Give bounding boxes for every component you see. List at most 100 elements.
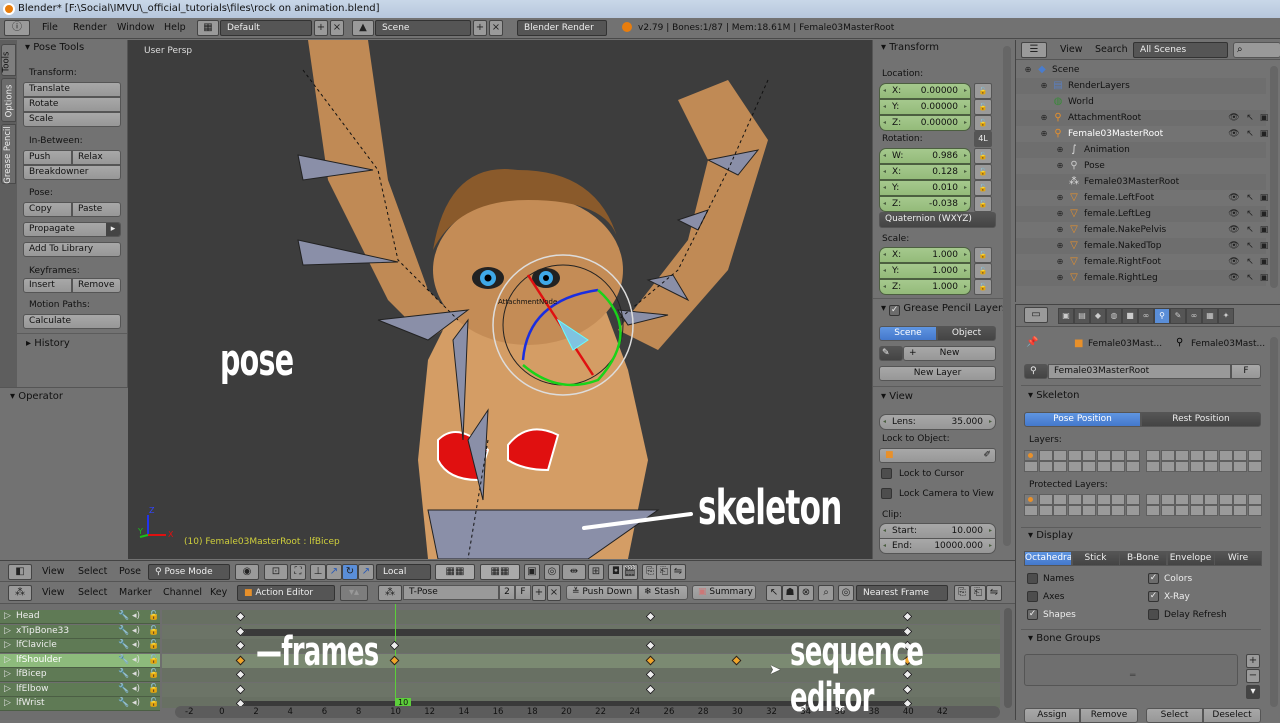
outliner-row[interactable]: ◍ World (1016, 94, 1266, 110)
visibility-eye-icon[interactable]: 👁 (1228, 128, 1240, 140)
layer-cell[interactable] (1189, 461, 1204, 472)
outliner-row[interactable]: ⊕ ∫ Animation (1016, 142, 1266, 158)
modifier-wrench-icon[interactable]: 🔧 (118, 639, 129, 652)
render-engine-select[interactable]: Blender Render (517, 20, 607, 36)
layer-cell[interactable] (1096, 450, 1111, 461)
pose-tools-header[interactable]: ▾ Pose Tools (25, 41, 84, 55)
protected-layer-cell[interactable] (1038, 505, 1053, 516)
outliner-row[interactable]: ⊕ ▽ female.RightLeg 👁 ↖ ▣ (1016, 270, 1268, 286)
layer-cell[interactable] (1111, 461, 1125, 472)
lock-icon[interactable]: 🔓 (148, 639, 159, 652)
unlink-action-icon[interactable]: × (547, 585, 561, 601)
layer-cell[interactable] (1160, 461, 1175, 472)
pin-icon[interactable]: 📌 (1026, 337, 1038, 348)
remove-scene-icon[interactable]: × (489, 20, 503, 36)
clip-start-field[interactable]: ◂ Start: 10.000 ▸ (879, 523, 996, 539)
3d-menu-view[interactable]: View (42, 564, 65, 580)
action-browse-icon[interactable]: ⁂ (378, 585, 402, 601)
snap-element-icon[interactable]: ⇹ (562, 564, 586, 580)
properties-tab-object-icon[interactable]: ■ (1122, 308, 1138, 324)
modifier-wrench-icon[interactable]: 🔧 (118, 683, 129, 696)
layer-cell[interactable] (1146, 461, 1160, 472)
renderability-icon[interactable]: ▣ (1258, 208, 1270, 220)
axis-manipulator-icon[interactable]: ⊥ (310, 564, 326, 580)
rotate-button[interactable]: Rotate (23, 97, 121, 112)
mute-speaker-icon[interactable]: ◂) (132, 625, 140, 638)
dope-menu-select[interactable]: Select (78, 585, 107, 601)
only-selected-icon[interactable]: ↖ (766, 585, 782, 601)
list-resize-handle[interactable]: ═ (1130, 671, 1135, 681)
action-users-count[interactable]: 2 (499, 585, 515, 600)
layer-cell[interactable] (1053, 450, 1067, 461)
selectability-icon[interactable]: ↖ (1244, 128, 1256, 140)
location-y-field[interactable]: ◂ Y: 0.00000 ▸ (879, 99, 971, 115)
transform-gizmo-icon[interactable]: ⛶ (290, 564, 306, 580)
protected-layer-cell[interactable] (1160, 505, 1175, 516)
bone-group-specials-icon[interactable]: ▾ (1246, 685, 1260, 699)
transform-orientation-select[interactable]: Local (376, 564, 431, 580)
layer-nav-icons[interactable]: ▾▴ (340, 585, 368, 601)
only-errors-icon[interactable]: ⊗ (798, 585, 814, 601)
copy-keyframes-icon[interactable]: ⎘ (954, 585, 970, 601)
outliner-search-field[interactable]: ⌕ (1233, 42, 1280, 58)
properties-tab-render-icon[interactable]: ▣ (1058, 308, 1074, 324)
layer-cell[interactable] (1067, 450, 1082, 461)
layer-cell[interactable] (1038, 450, 1053, 461)
expand-toggle-icon[interactable]: ⊕ (1038, 80, 1050, 92)
remove-keyframe-button[interactable]: Remove (72, 278, 121, 293)
display-type-b-bone[interactable]: B-Bone (1119, 551, 1167, 566)
selectability-icon[interactable]: ↖ (1244, 208, 1256, 220)
expand-channel-icon[interactable]: ▷ (4, 625, 11, 638)
expand-channel-icon[interactable]: ▷ (4, 683, 11, 696)
copy-pose-button[interactable]: Copy (23, 202, 72, 217)
outliner-filter-select[interactable]: All Scenes (1133, 42, 1228, 58)
select-button[interactable]: Select (1146, 708, 1203, 723)
protected-layer-cell[interactable] (1024, 494, 1038, 505)
protected-layer-cell[interactable] (1175, 505, 1189, 516)
properties-tab-bone-constraints-icon[interactable]: ∞ (1186, 308, 1202, 324)
renderability-icon[interactable]: ▣ (1258, 128, 1270, 140)
transform-panel-header[interactable]: ▾ Transform (881, 41, 939, 55)
remove-button[interactable]: Remove (1080, 708, 1138, 723)
view-panel-header[interactable]: ▾ View (881, 390, 913, 404)
relax-button[interactable]: Relax (72, 150, 121, 165)
dope-menu-marker[interactable]: Marker (119, 585, 152, 601)
tab-grease-pencil[interactable]: Grease Pencil (1, 124, 16, 184)
scale-x-field[interactable]: ◂ X: 1.000 ▸ (879, 247, 971, 263)
rotation-lock-icon[interactable]: 🔓 (974, 196, 992, 212)
add-to-library-button[interactable]: Add To Library (23, 242, 121, 257)
properties-tab-constraints-icon[interactable]: ∞ (1138, 308, 1154, 324)
outliner-row[interactable]: ⊕ ▽ female.RightFoot 👁 ↖ ▣ (1016, 254, 1269, 270)
outliner-menu-search[interactable]: Search (1095, 42, 1128, 58)
render-animation-icon[interactable]: 🎬 (622, 564, 638, 580)
menu-render[interactable]: Render (73, 20, 107, 36)
mute-speaker-icon[interactable]: ◂) (132, 610, 140, 623)
display-type-stick[interactable]: Stick (1071, 551, 1120, 566)
visibility-eye-icon[interactable]: 👁 (1228, 208, 1240, 220)
layer-cell[interactable] (1247, 450, 1262, 461)
modifier-wrench-icon[interactable]: 🔧 (118, 697, 129, 710)
expand-toggle-icon[interactable]: ⊕ (1054, 208, 1066, 220)
mute-speaker-icon[interactable]: ◂) (132, 639, 140, 652)
properties-tab-particles-icon[interactable]: ✦ (1218, 308, 1234, 324)
translate-manipulator-icon[interactable]: ↗ (326, 564, 342, 580)
rotation-mode-select[interactable]: Quaternion (WXYZ) (879, 212, 996, 228)
display-panel-header[interactable]: ▾ Display (1028, 529, 1073, 543)
layer-cell[interactable] (1175, 461, 1189, 472)
3d-viewport[interactable]: User Persp Z X Y AttachmentNode pose ske… (128, 40, 872, 559)
protected-layer-cell[interactable] (1067, 505, 1082, 516)
expand-toggle-icon[interactable]: ⊕ (1054, 192, 1066, 204)
expand-toggle-icon[interactable]: ⊕ (1054, 224, 1066, 236)
layer-cell[interactable] (1247, 461, 1262, 472)
protected-layer-cell[interactable] (1247, 494, 1262, 505)
expand-channel-icon[interactable]: ▷ (4, 697, 11, 710)
location-lock-icon[interactable]: 🔓 (974, 115, 992, 131)
snap-mode-select[interactable]: Nearest Frame (856, 585, 948, 601)
channel-row[interactable]: ▷ lfElbow 🔧 ◂) 🔓 (0, 682, 160, 697)
show-hidden-icon[interactable]: ☗ (782, 585, 798, 601)
screen-layout-field[interactable]: Default (220, 20, 312, 36)
channel-row[interactable]: ▷ lfClavicle 🔧 ◂) 🔓 (0, 639, 160, 653)
channel-row[interactable]: ▷ lfWrist 🔧 ◂) 🔓 (0, 697, 160, 711)
n-panel-scrollbar[interactable] (1003, 46, 1011, 546)
scale-z-field[interactable]: ◂ Z: 1.000 ▸ (879, 279, 971, 295)
